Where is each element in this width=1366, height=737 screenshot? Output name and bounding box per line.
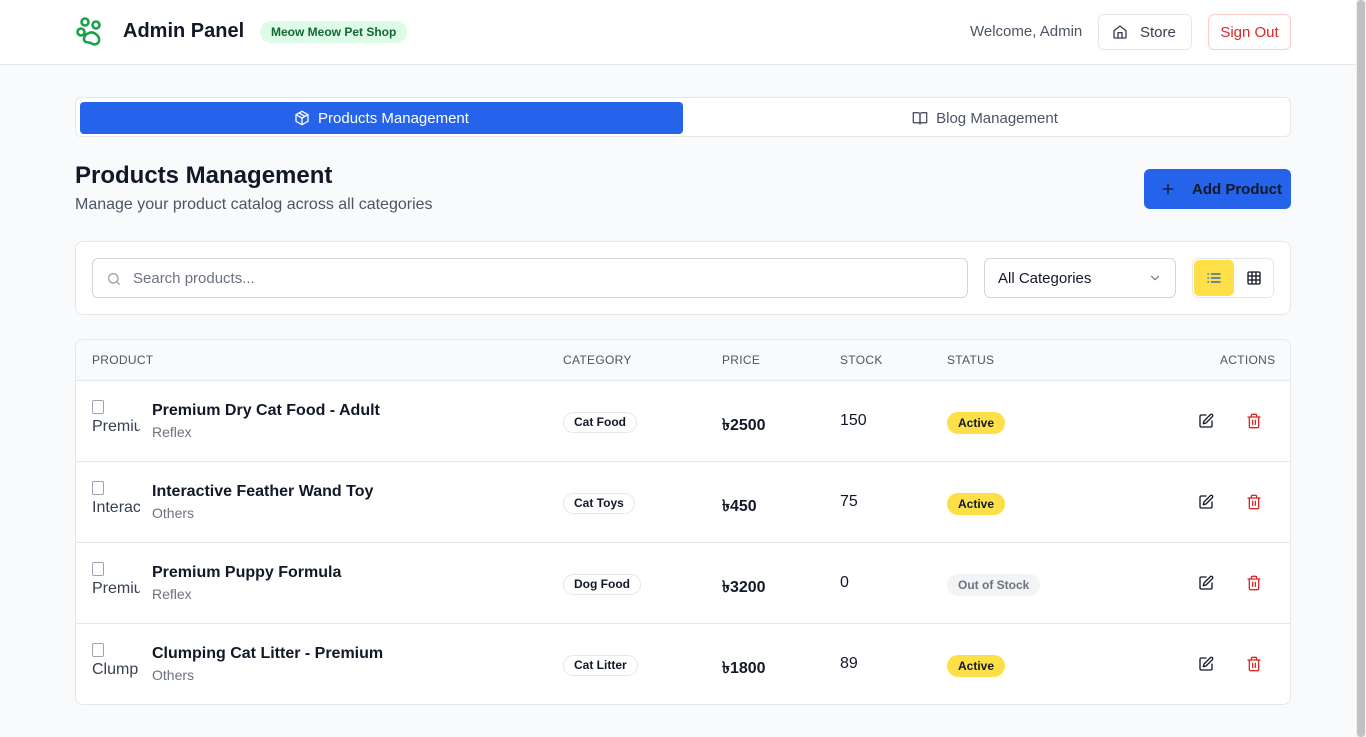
search-box [92,258,968,298]
add-product-button[interactable]: Add Product [1144,169,1291,209]
category-badge: Cat Litter [563,655,638,676]
edit-button[interactable] [1196,654,1216,674]
tab-label: Products Management [318,109,469,127]
trash-icon [1247,575,1261,591]
status-badge: Out of Stock [947,574,1041,596]
header-price: PRICE [722,353,761,367]
product-price: ৳2500 [722,417,766,434]
search-input[interactable] [133,259,953,297]
thumbnail-alt-text: Premiu [92,580,140,597]
product-thumbnail: Premiu [92,397,140,445]
broken-image-icon [92,642,104,657]
add-product-label: Add Product [1192,180,1282,198]
home-icon [1113,25,1127,39]
view-toggle [1192,258,1274,298]
top-header: Admin Panel Meow Meow Pet Shop Welcome, … [0,0,1356,65]
category-badge: Cat Food [563,412,637,433]
product-stock: 0 [840,574,849,591]
table-row: Premiu Premium Puppy Formula Reflex Dog … [76,543,1290,624]
product-brand: Others [152,505,195,521]
tab-products-management[interactable]: Products Management [80,102,683,134]
tab-blog-management[interactable]: Blog Management [683,102,1287,134]
scrollbar-thumb[interactable] [1357,0,1365,737]
thumbnail-alt-text: Interac [92,499,140,516]
product-price: ৳1800 [722,660,766,677]
table-row: Interac Interactive Feather Wand Toy Oth… [76,462,1290,543]
header-stock: STOCK [840,353,883,367]
product-name: Premium Puppy Formula [152,564,342,581]
product-stock: 150 [840,412,867,429]
app-title: Admin Panel [123,20,245,42]
product-price: ৳450 [722,498,757,515]
search-icon [108,273,120,285]
delete-button[interactable] [1244,411,1264,431]
category-select-value: All Categories [998,269,1092,287]
trash-icon [1247,656,1261,672]
status-badge: Active [947,412,1006,434]
table-row: Clump Clumping Cat Litter - Premium Othe… [76,624,1290,704]
product-price: ৳3200 [722,579,766,596]
store-label: Store [1140,23,1176,41]
product-brand: Reflex [152,586,192,602]
edit-button[interactable] [1196,573,1216,593]
header-actions: ACTIONS [1220,353,1276,367]
product-name: Clumping Cat Litter - Premium [152,645,384,662]
status-badge: Active [947,655,1006,677]
header-product: PRODUCT [92,353,154,367]
plus-icon [1162,183,1174,195]
product-name: Premium Dry Cat Food - Adult [152,402,380,419]
product-thumbnail: Premiu [92,559,140,607]
thumbnail-alt-text: Premiu [92,418,140,435]
box-icon [295,110,309,126]
table-header: PRODUCT CATEGORY PRICE STOCK STATUS ACTI… [76,340,1290,381]
page-subtitle: Manage your product catalog across all c… [75,196,433,213]
chevron-down-icon [1150,275,1160,281]
category-badge: Dog Food [563,574,641,595]
book-icon [912,112,928,125]
header-category: CATEGORY [563,353,632,367]
product-thumbnail: Interac [92,478,140,526]
product-thumbnail: Clump [92,640,140,688]
status-badge: Active [947,493,1006,515]
edit-icon [1199,656,1214,671]
welcome-text: Welcome, Admin [970,23,1083,40]
tab-label: Blog Management [936,109,1058,127]
list-view-button[interactable] [1194,260,1234,296]
filter-bar: All Categories [75,241,1291,315]
shop-badge: Meow Meow Pet Shop [260,21,408,43]
trash-icon [1247,413,1261,429]
sign-out-button[interactable]: Sign Out [1208,14,1291,50]
edit-button[interactable] [1196,411,1216,431]
table-row: Premiu Premium Dry Cat Food - Adult Refl… [76,381,1290,462]
header-status: STATUS [947,353,995,367]
product-name: Interactive Feather Wand Toy [152,483,374,500]
delete-button[interactable] [1244,654,1264,674]
edit-icon [1199,494,1214,509]
product-stock: 89 [840,655,858,672]
delete-button[interactable] [1244,492,1264,512]
broken-image-icon [92,480,104,495]
delete-button[interactable] [1244,573,1264,593]
trash-icon [1247,494,1261,510]
paw-logo-icon [76,17,101,46]
category-badge: Cat Toys [563,493,635,514]
products-table: PRODUCT CATEGORY PRICE STOCK STATUS ACTI… [75,339,1291,705]
product-brand: Others [152,667,195,683]
product-stock: 75 [840,493,858,510]
product-brand: Reflex [152,424,192,440]
edit-button[interactable] [1196,492,1216,512]
grid-icon [1247,271,1261,285]
category-select[interactable]: All Categories [984,258,1176,298]
broken-image-icon [92,399,104,414]
list-icon [1207,273,1221,283]
grid-view-button[interactable] [1234,260,1274,296]
edit-icon [1199,413,1214,428]
edit-icon [1199,575,1214,590]
page-title: Products Management [75,162,333,189]
thumbnail-alt-text: Clump [92,661,139,678]
store-button[interactable]: Store [1098,14,1192,50]
management-tabs: Products Management Blog Management [75,97,1291,137]
broken-image-icon [92,561,104,576]
